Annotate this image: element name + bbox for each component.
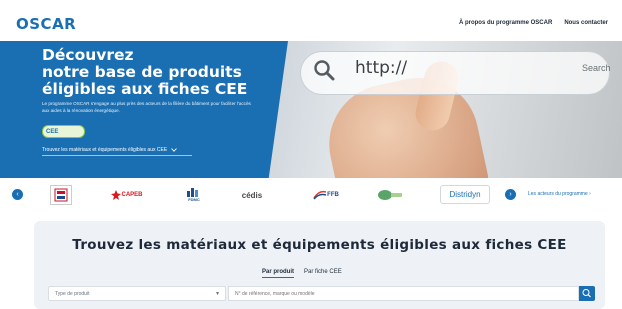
ffb-swoosh-icon: [313, 190, 327, 200]
search-icon: [582, 289, 591, 298]
hero-title: Découvrez notre base de produits éligibl…: [42, 47, 262, 98]
ademe-emblem-icon: [54, 188, 68, 202]
partner-logo-fdmc[interactable]: FDMC: [180, 186, 208, 204]
partners-prev-button[interactable]: ‹: [12, 189, 23, 200]
partner-logo-green[interactable]: [372, 186, 408, 204]
hero-title-line-2: notre base de produits: [42, 63, 242, 81]
top-nav: À propos du programme OSCAR Nous contact…: [459, 20, 608, 26]
partner-logo-distridyn[interactable]: Distridyn: [440, 185, 490, 204]
oscar-logo[interactable]: OSCAR: [16, 15, 130, 33]
hero-products-link[interactable]: Trouvez les matériaux et équipements éli…: [42, 147, 177, 153]
hero-description: Le programme OSCAR s'engage au plus près…: [42, 101, 251, 113]
magnifier-icon: [314, 60, 335, 81]
product-type-select-value: Type de produit: [55, 291, 90, 297]
hero-link-label: Trouvez les matériaux et équipements éli…: [42, 147, 168, 153]
hero-title-line-1: Découvrez: [42, 46, 134, 64]
photo-search-bar: [300, 51, 610, 95]
partner-label-capeb: CAPEB: [121, 192, 143, 198]
partner-label-cedis: cédis: [241, 190, 263, 200]
hero-link-underline: [42, 155, 192, 156]
partner-label-ffb: FFB: [327, 192, 339, 198]
reference-search-input[interactable]: [228, 286, 579, 301]
partner-label-distridyn: Distridyn: [449, 190, 481, 199]
finder-search-button[interactable]: [579, 286, 595, 301]
product-finder: Trouvez les matériaux et équipements éli…: [34, 221, 605, 309]
partner-label-fdmc: FDMC: [188, 197, 200, 202]
arrow-right-icon: ›: [589, 191, 591, 197]
tab-by-product[interactable]: Par produit: [262, 269, 295, 278]
hero-title-line-3: éligibles aux fiches CEE: [42, 80, 248, 98]
cee-badge-label: CEE: [46, 128, 59, 135]
fdmc-bars-icon: [187, 188, 198, 197]
partners-strip: ‹ CAPEB FDMC cédis FFB Distridyn › Les a…: [0, 180, 622, 210]
capeb-star-icon: [111, 190, 122, 200]
partner-logo-ffb[interactable]: FFB: [304, 186, 348, 204]
photo-url-text: http://: [355, 58, 408, 78]
tab-by-cee-sheet[interactable]: Par fiche CEE: [304, 269, 342, 278]
cee-badge: CEE: [42, 125, 85, 138]
partners-link-label: Les acteurs du programme: [528, 191, 588, 197]
partner-logo-cedis[interactable]: cédis: [232, 186, 272, 204]
product-type-select[interactable]: Type de produit ▾: [48, 286, 226, 301]
chevron-down-icon: [171, 148, 177, 152]
chevron-left-icon: ‹: [16, 191, 19, 198]
site-header: OSCAR À propos du programme OSCAR Nous c…: [0, 0, 622, 44]
chevron-right-icon: ›: [509, 191, 512, 198]
finder-title: Trouvez les matériaux et équipements éli…: [72, 237, 567, 253]
partners-program-link[interactable]: Les acteurs du programme ›: [528, 191, 591, 197]
partner-logo-ademe[interactable]: [50, 185, 72, 205]
logo-wordmark: OSCAR: [16, 15, 77, 33]
finder-tabs: Par produit Par fiche CEE: [262, 269, 342, 278]
photo-search-label: Search: [582, 63, 611, 73]
partner-logo-capeb[interactable]: CAPEB: [104, 186, 150, 204]
nav-link-contact[interactable]: Nous contacter: [564, 20, 608, 26]
nav-link-about[interactable]: À propos du programme OSCAR: [459, 20, 552, 26]
caret-down-icon: ▾: [215, 291, 219, 297]
hero-banner: http:// Search Découvrez notre base de p…: [0, 41, 622, 178]
green-partner-icon: [378, 190, 402, 200]
partners-next-button[interactable]: ›: [505, 189, 516, 200]
